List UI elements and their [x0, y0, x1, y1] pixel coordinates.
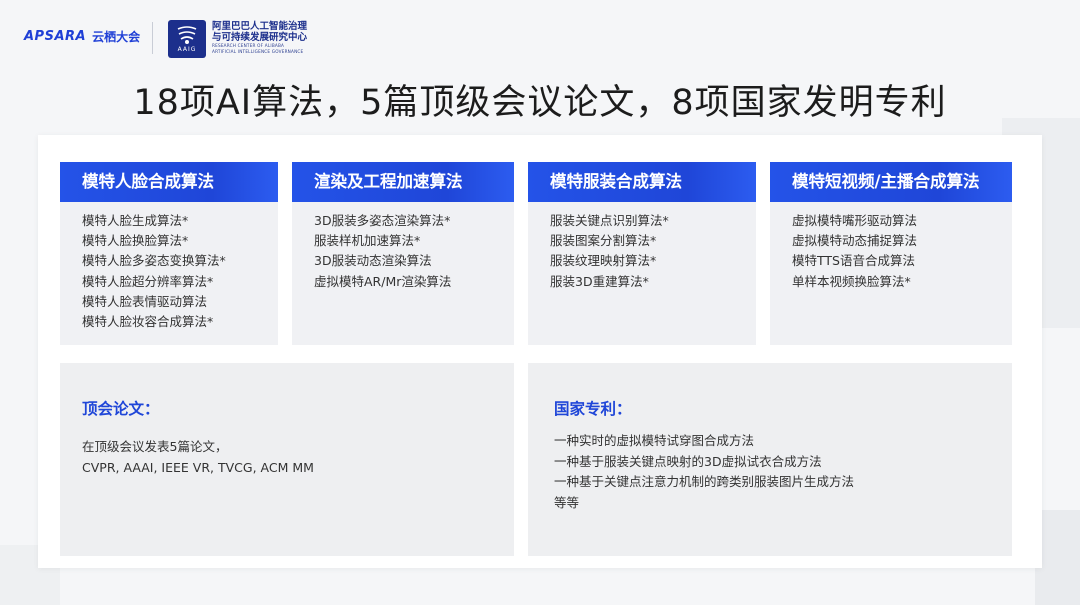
- column-video-synthesis: 模特短视频/主播合成算法 虚拟模特嘴形驱动算法 虚拟模特动态捕捉算法 模特TTS…: [770, 162, 1012, 345]
- apsara-cn-text: 云栖大会: [92, 29, 141, 44]
- list-item: 在顶级会议发表5篇论文，: [82, 439, 228, 454]
- algorithm-list: 服装关键点识别算法* 服装图案分割算法* 服装纹理映射算法* 服装3D重建算法*: [528, 202, 756, 292]
- apsara-brand-text: APSARA: [24, 28, 87, 44]
- algorithm-list: 3D服装多姿态渲染算法* 服装样机加速算法* 3D服装动态渲染算法 虚拟模特AR…: [292, 202, 514, 292]
- list-item: 一种基于服装关键点映射的3D虚拟试衣合成方法: [554, 453, 822, 469]
- header: APSARA 云栖大会 AAIG 阿里巴巴人工智能治理 与可持续发展研究中心 R…: [0, 0, 1080, 70]
- apsara-logo: APSARA 云栖大会: [24, 28, 140, 44]
- list-item: 虚拟模特嘴形驱动算法: [792, 213, 918, 228]
- column-face-synthesis: 模特人脸合成算法 模特人脸生成算法* 模特人脸换脸算法* 模特人脸多姿态变换算法…: [60, 162, 278, 345]
- content-card: 模特人脸合成算法 模特人脸生成算法* 模特人脸换脸算法* 模特人脸多姿态变换算法…: [38, 135, 1042, 568]
- papers-panel: 顶会论文： 在顶级会议发表5篇论文， CVPR, AAAI, IEEE VR, …: [60, 363, 514, 556]
- list-item: 模特人脸表情驱动算法: [82, 293, 208, 309]
- list-item: 一种基于关键点注意力机制的跨类别服装图片生成方法: [554, 474, 855, 489]
- list-item: 虚拟模特动态捕捉算法: [792, 233, 918, 249]
- column-rendering: 渲染及工程加速算法 3D服装多姿态渲染算法* 服装样机加速算法* 3D服装动态渲…: [292, 162, 514, 345]
- logo-divider: [152, 22, 153, 54]
- list-item: 3D服装动态渲染算法: [314, 253, 432, 269]
- list-item: 单样本视频换脸算法*: [792, 273, 911, 289]
- papers-heading: 顶会论文：: [82, 400, 160, 418]
- aaig-logo-icon: AAIG: [168, 20, 206, 58]
- algorithm-list: 虚拟模特嘴形驱动算法 虚拟模特动态捕捉算法 模特TTS语音合成算法 单样本视频换…: [770, 202, 1012, 292]
- aaig-cn-line1: 阿里巴巴人工智能治理: [212, 21, 308, 32]
- papers-list: 在顶级会议发表5篇论文， CVPR, AAAI, IEEE VR, TVCG, …: [82, 437, 314, 478]
- list-item: 虚拟模特AR/Mr渲染算法: [314, 273, 452, 289]
- column-heading: 模特服装合成算法: [528, 162, 756, 202]
- list-item: 服装样机加速算法*: [314, 233, 421, 249]
- list-item: 模特TTS语音合成算法: [792, 253, 915, 269]
- page-title: 18项AI算法，5篇顶级会议论文，8项国家发明专利: [133, 83, 947, 123]
- list-item: 服装关键点识别算法*: [550, 213, 669, 228]
- list-item: 服装纹理映射算法*: [550, 253, 657, 269]
- list-item: 等等: [554, 494, 580, 510]
- aaig-cn-line2: 与可持续发展研究中心: [212, 32, 308, 43]
- list-item: 服装图案分割算法*: [550, 233, 657, 249]
- list-item: 一种实时的虚拟模特试穿图合成方法: [554, 433, 755, 448]
- aaig-en-line2: ARTIFICIAL INTELLIGENCE GOVERNANCE: [212, 48, 304, 54]
- algorithm-list: 模特人脸生成算法* 模特人脸换脸算法* 模特人脸多姿态变换算法* 模特人脸超分辨…: [60, 202, 278, 332]
- list-item: 模特人脸妆容合成算法*: [82, 314, 214, 330]
- patents-list: 一种实时的虚拟模特试穿图合成方法 一种基于服装关键点映射的3D虚拟试衣合成方法 …: [554, 431, 854, 513]
- column-heading: 渲染及工程加速算法: [292, 162, 514, 202]
- list-item: 模特人脸多姿态变换算法*: [82, 253, 226, 269]
- column-garment-synthesis: 模特服装合成算法 服装关键点识别算法* 服装图案分割算法* 服装纹理映射算法* …: [528, 162, 756, 345]
- list-item: 模特人脸生成算法*: [82, 213, 189, 228]
- aaig-abbr: AAIG: [177, 46, 197, 53]
- column-heading: 模特短视频/主播合成算法: [770, 162, 1012, 202]
- patents-heading: 国家专利：: [554, 400, 632, 418]
- aaig-org-name: 阿里巴巴人工智能治理 与可持续发展研究中心 RESEARCH CENTER OF…: [212, 21, 352, 54]
- column-heading: 模特人脸合成算法: [60, 162, 278, 202]
- patents-panel: 国家专利： 一种实时的虚拟模特试穿图合成方法 一种基于服装关键点映射的3D虚拟试…: [528, 363, 1012, 556]
- list-item: CVPR, AAAI, IEEE VR, TVCG, ACM MM: [82, 459, 314, 475]
- list-item: 服装3D重建算法*: [550, 273, 649, 289]
- list-item: 模特人脸超分辨率算法*: [82, 273, 214, 289]
- list-item: 3D服装多姿态渲染算法*: [314, 213, 451, 228]
- list-item: 模特人脸换脸算法*: [82, 233, 189, 249]
